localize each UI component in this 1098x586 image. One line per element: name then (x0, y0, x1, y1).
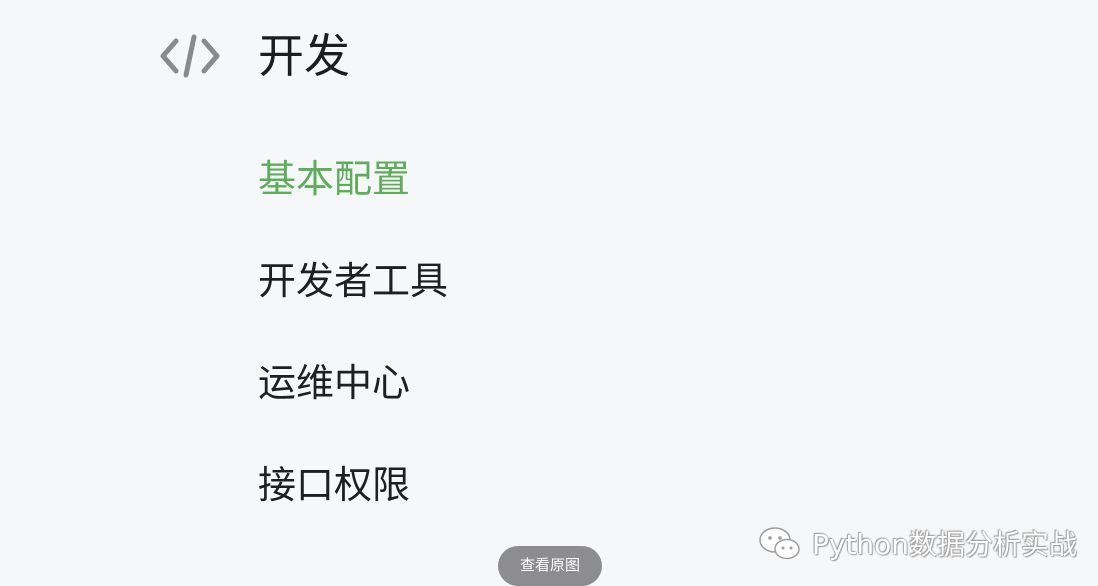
watermark-text: Python数据分析实战 (812, 528, 1078, 561)
nav-item-ops-center[interactable]: 运维中心 (258, 354, 448, 456)
dev-nav-list: 基本配置 开发者工具 运维中心 接口权限 (258, 150, 448, 558)
nav-item-basic-config[interactable]: 基本配置 (258, 150, 448, 252)
code-icon (156, 28, 224, 84)
section-title: 开发 (258, 29, 350, 83)
nav-item-api-permissions[interactable]: 接口权限 (258, 456, 448, 558)
watermark: Python数据分析实战 (756, 522, 1077, 564)
nav-item-developer-tools[interactable]: 开发者工具 (258, 252, 448, 354)
view-original-button[interactable]: 查看原图 (498, 546, 602, 586)
wechat-icon (756, 523, 804, 563)
section-header (156, 26, 224, 86)
